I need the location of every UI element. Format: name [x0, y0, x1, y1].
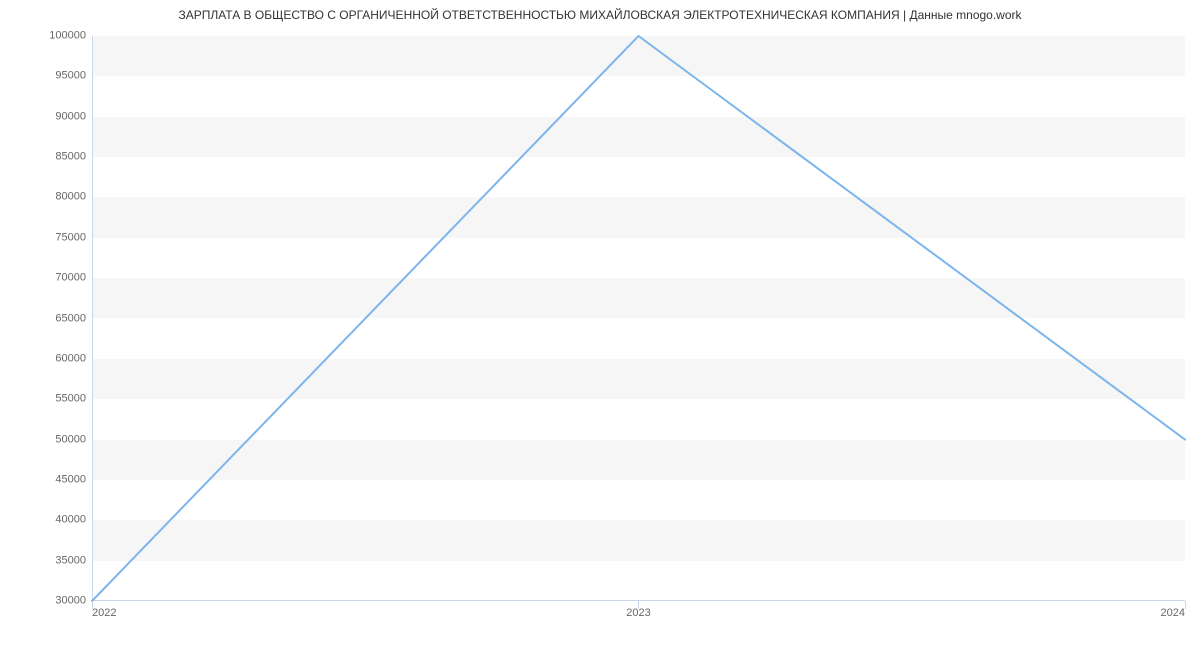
- y-tick-label: 100000: [6, 31, 86, 42]
- y-tick-label: 95000: [6, 71, 86, 82]
- x-tick-label: 2023: [626, 608, 650, 619]
- x-tick-mark: [638, 601, 639, 609]
- y-tick-label: 80000: [6, 192, 86, 203]
- y-tick-label: 35000: [6, 555, 86, 566]
- x-tick-label: 2022: [92, 608, 116, 619]
- y-tick-label: 90000: [6, 111, 86, 122]
- y-tick-label: 70000: [6, 273, 86, 284]
- y-tick-label: 45000: [6, 474, 86, 485]
- y-tick-label: 50000: [6, 434, 86, 445]
- y-tick-label: 30000: [6, 596, 86, 607]
- chart-title: ЗАРПЛАТА В ОБЩЕСТВО С ОРГАНИЧЕННОЙ ОТВЕТ…: [0, 8, 1200, 22]
- x-tick-mark: [92, 601, 93, 609]
- line-series-layer: [92, 36, 1185, 601]
- series-line: [92, 36, 1185, 601]
- y-tick-label: 40000: [6, 515, 86, 526]
- chart-container: ЗАРПЛАТА В ОБЩЕСТВО С ОРГАНИЧЕННОЙ ОТВЕТ…: [0, 0, 1200, 650]
- y-tick-label: 65000: [6, 313, 86, 324]
- x-tick-mark: [1185, 601, 1186, 609]
- y-tick-label: 75000: [6, 232, 86, 243]
- x-tick-label: 2024: [1161, 608, 1185, 619]
- plot-area: [92, 36, 1185, 601]
- y-tick-label: 60000: [6, 353, 86, 364]
- y-tick-label: 55000: [6, 394, 86, 405]
- y-tick-label: 85000: [6, 152, 86, 163]
